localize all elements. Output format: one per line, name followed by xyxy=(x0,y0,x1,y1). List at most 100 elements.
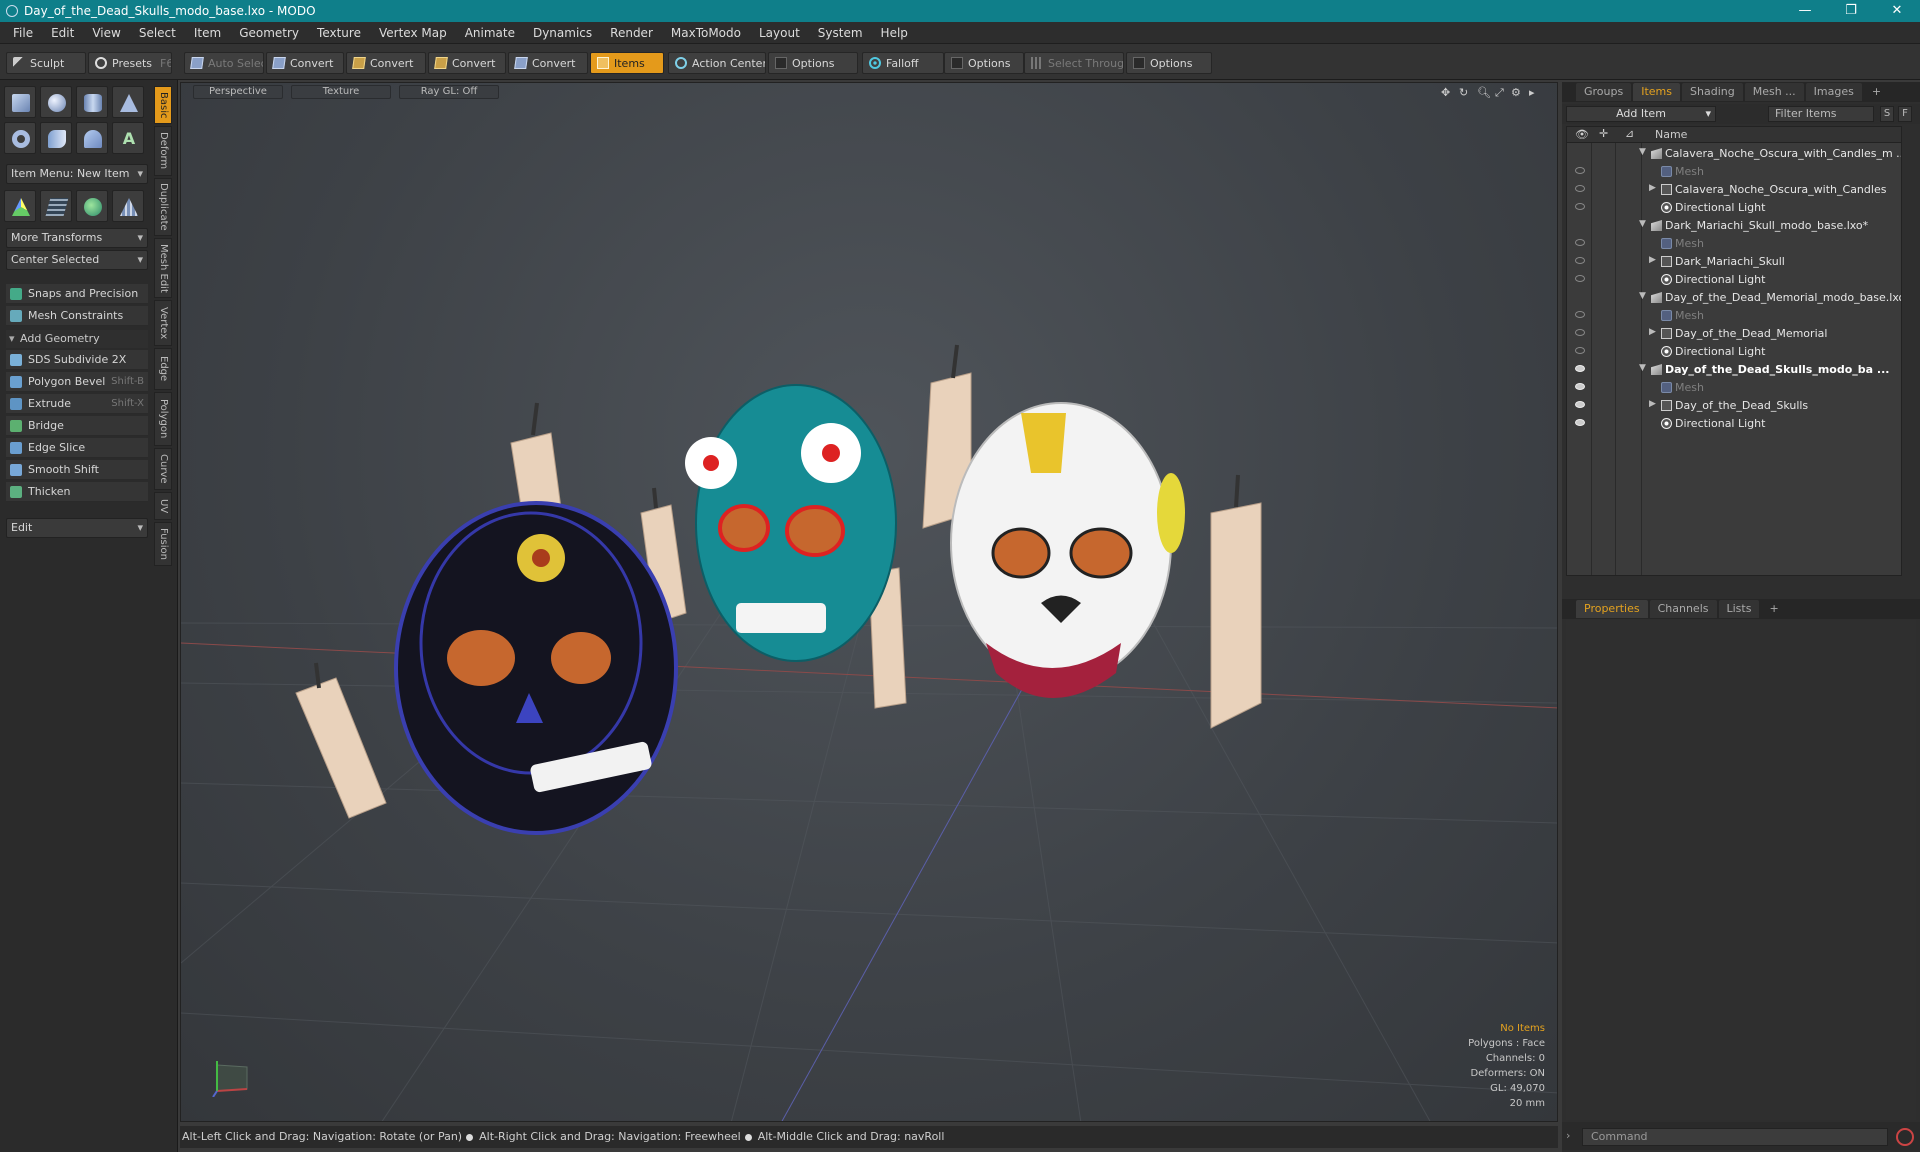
command-history-arrow-icon[interactable]: › xyxy=(1566,1129,1570,1142)
tube-primitive-button[interactable] xyxy=(40,122,72,154)
tab-polygon[interactable]: Polygon xyxy=(154,392,172,446)
viewport-settings-gear-icon[interactable]: ⚙ xyxy=(1511,86,1521,99)
visibility-eye-icon[interactable] xyxy=(1575,419,1585,426)
sphere-primitive-button[interactable] xyxy=(40,86,72,118)
tree-row[interactable]: Directional Light xyxy=(1567,415,1901,433)
falloff-button[interactable]: Falloff xyxy=(862,52,944,74)
expand-arrow-icon[interactable]: ▼ xyxy=(1639,147,1646,157)
tab-curve[interactable]: Curve xyxy=(154,448,172,490)
text-primitive-button[interactable]: A xyxy=(112,122,144,154)
maximize-button[interactable]: ❐ xyxy=(1828,0,1874,22)
tab-properties[interactable]: Properties xyxy=(1576,600,1648,618)
menu-select[interactable]: Select xyxy=(130,26,185,40)
tree-row[interactable]: ▶ Dark_Mariachi_Skull xyxy=(1567,253,1901,271)
tree-row[interactable]: ▶ Day_of_the_Dead_Skulls xyxy=(1567,397,1901,415)
tab-mesh[interactable]: Mesh ... xyxy=(1744,83,1804,101)
tab-groups[interactable]: Groups xyxy=(1576,83,1632,101)
tab-channels[interactable]: Channels xyxy=(1649,600,1717,618)
fit-icon[interactable]: ⤢ xyxy=(1495,86,1504,100)
tab-uv[interactable]: UV xyxy=(154,492,172,520)
tab-basic[interactable]: Basic xyxy=(154,86,172,124)
tree-row[interactable]: ▼ Dark_Mariachi_Skull_modo_base.lxo* xyxy=(1567,217,1901,235)
tree-row[interactable]: Mesh xyxy=(1567,379,1901,397)
tab-mesh-edit[interactable]: Mesh Edit xyxy=(154,238,172,298)
menu-help[interactable]: Help xyxy=(872,26,917,40)
minimize-button[interactable]: — xyxy=(1782,0,1828,22)
tree-row[interactable]: ▶ Calavera_Noche_Oscura_with_Candles xyxy=(1567,181,1901,199)
select-through-button[interactable]: Select Through xyxy=(1024,52,1124,74)
tab-shading[interactable]: Shading xyxy=(1682,83,1743,101)
convert-edges-button[interactable]: Convert xyxy=(346,52,426,74)
tree-row[interactable]: Directional Light xyxy=(1567,199,1901,217)
pan-icon[interactable]: ✥ xyxy=(1441,86,1450,99)
edit-dropdown[interactable]: Edit xyxy=(6,518,148,538)
visibility-eye-icon[interactable] xyxy=(1575,203,1585,210)
tool-sds-subdivide[interactable]: SDS Subdivide 2X xyxy=(6,350,148,370)
tool-bridge[interactable]: Bridge xyxy=(6,416,148,436)
select-through-options-button[interactable]: Options xyxy=(1126,52,1212,74)
visibility-eye-icon[interactable] xyxy=(1575,365,1585,372)
add-tab-plus-icon[interactable]: + xyxy=(1761,600,1786,618)
tab-vertex[interactable]: Vertex xyxy=(154,300,172,346)
expand-arrow-icon[interactable]: ▶ xyxy=(1649,327,1656,337)
expand-arrow-icon[interactable]: ▼ xyxy=(1639,219,1646,229)
menu-geometry[interactable]: Geometry xyxy=(230,26,308,40)
filter-items-input[interactable]: Filter Items xyxy=(1768,106,1874,122)
presets-button[interactable]: PresetsF6 xyxy=(88,52,172,74)
tab-fusion[interactable]: Fusion xyxy=(154,522,172,566)
visibility-eye-icon[interactable] xyxy=(1575,167,1585,174)
falloff-options-button[interactable]: Options xyxy=(944,52,1024,74)
action-center-options-button[interactable]: Options xyxy=(768,52,858,74)
tool-smooth-shift[interactable]: Smooth Shift xyxy=(6,460,148,480)
unit-tri-button[interactable] xyxy=(4,190,36,222)
tab-lists[interactable]: Lists xyxy=(1718,600,1760,618)
pyramid-primitive-button[interactable] xyxy=(112,190,144,222)
visibility-eye-icon[interactable] xyxy=(1575,275,1585,282)
tool-polygon-bevel[interactable]: Polygon Bevel Shift-B xyxy=(6,372,148,392)
visibility-eye-icon[interactable] xyxy=(1575,329,1585,336)
expand-arrow-icon[interactable]: ▼ xyxy=(1639,363,1646,373)
tab-deform[interactable]: Deform xyxy=(154,126,172,176)
tool-thicken[interactable]: Thicken xyxy=(6,482,148,502)
search-s-button[interactable]: S xyxy=(1880,106,1894,122)
name-column-header[interactable]: Name xyxy=(1655,128,1687,141)
tree-row[interactable]: ▼ Day_of_the_Dead_Skulls_modo_ba ... xyxy=(1567,361,1901,379)
capsule-primitive-button[interactable] xyxy=(76,122,108,154)
tab-items[interactable]: Items xyxy=(1633,83,1681,101)
command-execute-icon[interactable] xyxy=(1896,1128,1914,1146)
menu-system[interactable]: System xyxy=(809,26,872,40)
shading-texture-menu[interactable]: Texture xyxy=(291,85,391,99)
menu-file[interactable]: File xyxy=(4,26,42,40)
torus-primitive-button[interactable] xyxy=(4,122,36,154)
expand-arrow-icon[interactable]: ▼ xyxy=(1639,291,1646,301)
convert-materials-button[interactable]: Convert xyxy=(508,52,588,74)
menu-animate[interactable]: Animate xyxy=(456,26,524,40)
tab-edge[interactable]: Edge xyxy=(154,348,172,390)
action-center-button[interactable]: Action Center xyxy=(668,52,766,74)
visibility-eye-icon[interactable] xyxy=(1575,185,1585,192)
rotate-icon[interactable]: ↻ xyxy=(1459,86,1468,99)
convert-vertices-button[interactable]: Convert xyxy=(266,52,344,74)
center-selected-dropdown[interactable]: Center Selected xyxy=(6,250,148,270)
sculpt-button[interactable]: Sculpt xyxy=(6,52,86,74)
tab-images[interactable]: Images xyxy=(1805,83,1862,101)
visibility-eye-icon[interactable] xyxy=(1575,347,1585,354)
items-mode-button[interactable]: Items xyxy=(590,52,664,74)
3d-viewport[interactable]: Perspective Texture Ray GL: Off ✥ ↻ 🔍︎ ⤢… xyxy=(180,82,1558,1122)
menu-item[interactable]: Item xyxy=(185,26,230,40)
raygl-toggle[interactable]: Ray GL: Off xyxy=(399,85,499,99)
add-geometry-section[interactable]: Add Geometry xyxy=(6,330,148,348)
cube-primitive-button[interactable] xyxy=(4,86,36,118)
visibility-eye-icon[interactable] xyxy=(1575,239,1585,246)
tree-row[interactable]: Mesh xyxy=(1567,163,1901,181)
plane-primitive-button[interactable] xyxy=(40,190,72,222)
tool-edge-slice[interactable]: Edge Slice xyxy=(6,438,148,458)
tree-row[interactable]: ▼ Day_of_the_Dead_Memorial_modo_base.lxo xyxy=(1567,289,1901,307)
convert-polygons-button[interactable]: Convert xyxy=(428,52,506,74)
snaps-precision-button[interactable]: Snaps and Precision xyxy=(6,284,148,304)
tool-extrude[interactable]: Extrude Shift-X xyxy=(6,394,148,414)
command-input[interactable]: Command xyxy=(1582,1128,1888,1146)
globe-primitive-button[interactable] xyxy=(76,190,108,222)
menu-vertex-map[interactable]: Vertex Map xyxy=(370,26,456,40)
menu-layout[interactable]: Layout xyxy=(750,26,809,40)
